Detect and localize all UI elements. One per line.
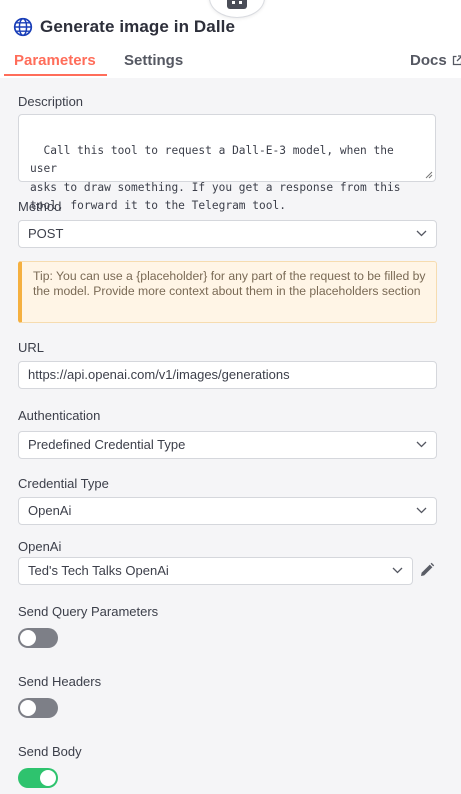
- url-label: URL: [18, 340, 45, 355]
- credential-type-label: Credential Type: [18, 476, 109, 491]
- node-title[interactable]: Generate image in Dalle: [40, 17, 235, 37]
- pencil-icon[interactable]: [419, 562, 435, 578]
- send-headers-toggle[interactable]: [18, 698, 58, 718]
- description-label: Description: [18, 94, 84, 109]
- send-body-label: Send Body: [18, 744, 82, 759]
- resize-grip-icon[interactable]: [425, 171, 433, 179]
- credential-type-value: OpenAi: [28, 503, 72, 518]
- description-textarea[interactable]: Call this tool to request a Dall-E-3 mod…: [18, 114, 436, 212]
- send-query-label: Send Query Parameters: [18, 604, 159, 619]
- method-value: POST: [28, 226, 64, 241]
- authentication-select[interactable]: Predefined Credential Type: [18, 431, 437, 459]
- docs-label: Docs: [410, 52, 447, 69]
- active-tab-indicator: [4, 74, 107, 76]
- method-label: Method: [18, 199, 62, 214]
- docs-link[interactable]: Docs: [410, 52, 461, 69]
- chevron-down-icon: [416, 441, 427, 448]
- chevron-down-icon: [392, 567, 403, 574]
- method-select[interactable]: POST: [18, 220, 437, 248]
- chevron-down-icon: [416, 230, 427, 237]
- authentication-value: Predefined Credential Type: [28, 437, 186, 452]
- toggle-knob: [20, 630, 36, 646]
- credential-type-select[interactable]: OpenAi: [18, 497, 437, 525]
- tab-bar: Parameters Settings Docs: [0, 48, 461, 78]
- robot-icon: [227, 0, 247, 9]
- toggle-knob: [40, 770, 56, 786]
- toggle-knob: [20, 700, 36, 716]
- tab-parameters[interactable]: Parameters: [14, 52, 96, 69]
- send-body-toggle[interactable]: [18, 768, 58, 788]
- url-input[interactable]: https://api.openai.com/v1/images/generat…: [18, 361, 437, 389]
- send-query-toggle[interactable]: [18, 628, 58, 648]
- url-value: https://api.openai.com/v1/images/generat…: [28, 367, 290, 382]
- tab-settings[interactable]: Settings: [124, 52, 183, 69]
- globe-icon: [13, 17, 33, 37]
- placeholder-tip: Tip: You can use a {placeholder} for any…: [18, 261, 437, 323]
- openai-credential-value: Ted's Tech Talks OpenAi: [28, 563, 169, 578]
- send-headers-label: Send Headers: [18, 674, 102, 689]
- external-link-icon: [452, 55, 461, 66]
- openai-credential-label: OpenAi: [18, 539, 62, 554]
- tip-text: Tip: You can use a {placeholder} for any…: [33, 269, 426, 299]
- authentication-label: Authentication: [18, 408, 101, 423]
- chevron-down-icon: [416, 507, 427, 514]
- title-row: Generate image in Dalle: [13, 17, 235, 37]
- openai-credential-select[interactable]: Ted's Tech Talks OpenAi: [18, 557, 413, 585]
